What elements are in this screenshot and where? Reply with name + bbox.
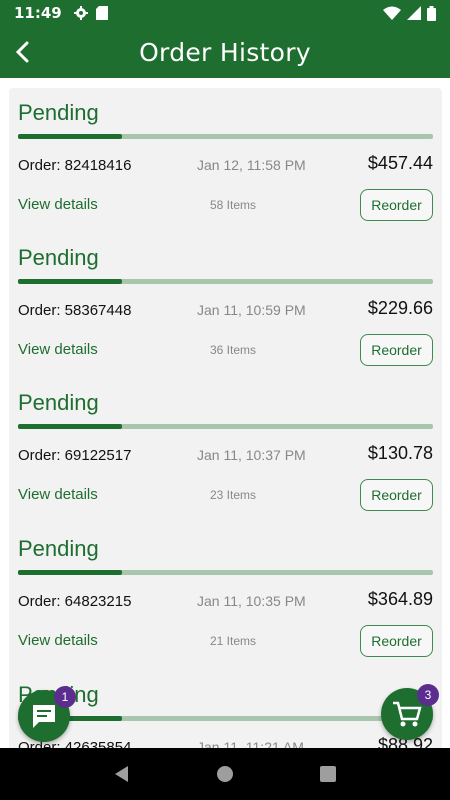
order-total: $457.44 — [367, 153, 433, 173]
chat-badge: 1 — [54, 686, 76, 708]
order-total: $364.89 — [367, 589, 433, 609]
orders-card: Pending Order: 82418416 Jan 12, 11:58 PM… — [9, 88, 442, 748]
app-bar: Order History — [0, 26, 450, 78]
reorder-button[interactable]: Reorder — [360, 625, 433, 657]
order-number: Order: 58367448 — [18, 302, 132, 319]
item-count: 21 Items — [210, 634, 257, 648]
system-nav-bar — [0, 748, 450, 800]
order-progress-bar — [18, 424, 433, 429]
reorder-button[interactable]: Reorder — [360, 189, 433, 221]
status-time: 11:49 — [14, 4, 62, 22]
order-date: Jan 12, 11:58 PM — [197, 157, 306, 173]
order-item: Pending Order: 69122517 Jan 11, 10:37 PM… — [18, 390, 433, 511]
battery-icon — [427, 5, 436, 21]
item-count: 58 Items — [210, 198, 257, 212]
item-count: 36 Items — [210, 343, 257, 357]
order-total: $130.78 — [367, 443, 433, 463]
order-item: Pending Order: 58367448 Jan 11, 10:59 PM… — [18, 245, 433, 366]
order-status: Pending — [18, 390, 99, 415]
order-date: Jan 11, 11:21 AM — [197, 739, 304, 748]
order-item: Pending Order: 42635854 Jan 11, 11:21 AM… — [18, 682, 433, 748]
order-progress-bar — [18, 570, 433, 575]
back-button[interactable] — [0, 26, 44, 78]
gear-icon — [73, 6, 88, 20]
signal-icon — [407, 6, 421, 20]
reorder-button[interactable]: Reorder — [360, 334, 433, 366]
wifi-icon — [383, 6, 401, 20]
page-title: Order History — [139, 37, 311, 67]
cart-button[interactable]: 3 — [381, 684, 439, 740]
back-arrow-icon — [15, 41, 29, 63]
item-count: 23 Items — [210, 488, 257, 502]
order-number: Order: 64823215 — [18, 593, 132, 610]
view-details-link[interactable]: View details — [18, 341, 98, 358]
nav-recents-icon[interactable] — [319, 765, 337, 783]
order-status: Pending — [18, 682, 433, 708]
order-progress-bar — [18, 279, 433, 284]
order-progress-bar — [18, 134, 433, 139]
order-progress-bar — [18, 716, 433, 721]
view-details-link[interactable]: View details — [18, 196, 98, 213]
order-list[interactable]: Pending Order: 82418416 Jan 12, 11:58 PM… — [0, 78, 450, 748]
sd-card-icon — [95, 6, 108, 20]
chat-button[interactable]: 1 — [18, 686, 76, 742]
order-status: Pending — [18, 245, 99, 270]
order-status: Pending — [18, 100, 99, 125]
view-details-link[interactable]: View details — [18, 486, 98, 503]
order-status: Pending — [18, 536, 99, 561]
cart-icon — [393, 701, 422, 727]
cart-badge: 3 — [417, 684, 439, 706]
chat-icon — [33, 705, 55, 728]
nav-back-icon[interactable] — [113, 765, 131, 783]
order-number: Order: 69122517 — [18, 447, 132, 464]
order-item: Pending Order: 82418416 Jan 12, 11:58 PM… — [18, 100, 433, 221]
order-date: Jan 11, 10:59 PM — [197, 302, 306, 318]
order-number: Order: 82418416 — [18, 157, 132, 174]
order-date: Jan 11, 10:35 PM — [197, 593, 306, 609]
order-total: $229.66 — [367, 298, 433, 318]
status-bar: 11:49 — [0, 0, 450, 26]
reorder-button[interactable]: Reorder — [360, 479, 433, 511]
nav-home-icon[interactable] — [216, 765, 234, 783]
view-details-link[interactable]: View details — [18, 632, 98, 649]
order-item: Pending Order: 64823215 Jan 11, 10:35 PM… — [18, 536, 433, 657]
order-date: Jan 11, 10:37 PM — [197, 447, 306, 463]
